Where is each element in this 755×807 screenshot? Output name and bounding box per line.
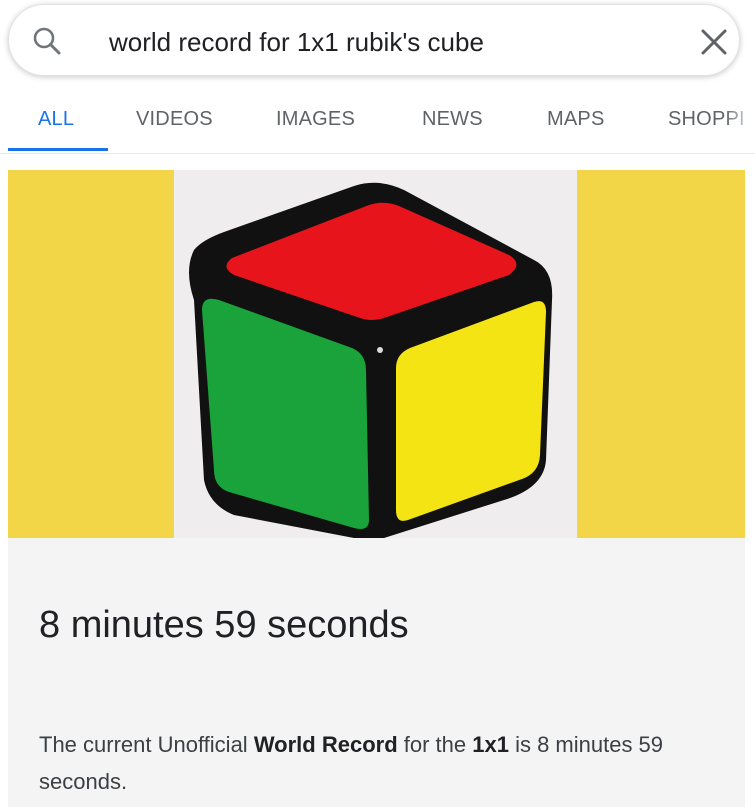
snippet-part: The current Unofficial bbox=[39, 732, 254, 757]
search-bar[interactable]: world record for 1x1 rubik's cube bbox=[8, 4, 740, 76]
cube-image bbox=[174, 170, 577, 539]
answer-text: 8 minutes 59 seconds bbox=[39, 604, 409, 646]
featured-snippet: 8 minutes 59 seconds The current Unoffic… bbox=[8, 538, 745, 807]
snippet-part: for the bbox=[397, 732, 473, 757]
search-icon[interactable] bbox=[31, 25, 63, 57]
active-tab-indicator bbox=[8, 148, 108, 151]
search-tabs: ALL VIDEOS IMAGES NEWS MAPS SHOPPI bbox=[0, 88, 755, 154]
tabs-fade bbox=[725, 88, 755, 148]
tab-maps[interactable]: MAPS bbox=[547, 108, 604, 131]
featured-image[interactable] bbox=[8, 170, 745, 539]
snippet-text: The current Unofficial World Record for … bbox=[39, 726, 679, 800]
snippet-bold: World Record bbox=[253, 732, 398, 757]
search-input[interactable]: world record for 1x1 rubik's cube bbox=[109, 27, 484, 58]
tab-all[interactable]: ALL bbox=[38, 108, 74, 131]
tab-videos[interactable]: VIDEOS bbox=[136, 108, 213, 131]
tab-news[interactable]: NEWS bbox=[422, 108, 483, 131]
close-icon[interactable] bbox=[697, 25, 731, 59]
tabs-divider bbox=[0, 153, 755, 154]
snippet-bold: 1x1 bbox=[472, 732, 509, 757]
tab-images[interactable]: IMAGES bbox=[276, 108, 355, 131]
cube-illustration bbox=[189, 182, 553, 539]
